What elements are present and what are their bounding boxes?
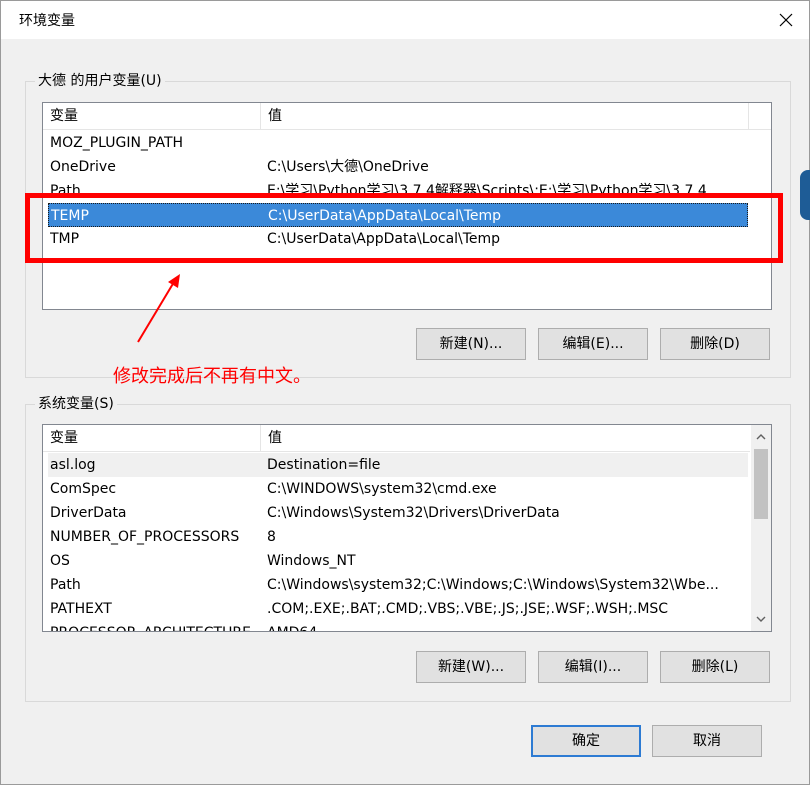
- variable-name: OS: [50, 553, 70, 569]
- system-new-button[interactable]: 新建(W)...: [416, 651, 526, 683]
- variable-name: PATHEXT: [50, 601, 112, 617]
- list-item[interactable]: MOZ_PLUGIN_PATH: [49, 131, 747, 155]
- user-edit-button[interactable]: 编辑(E)...: [538, 328, 648, 360]
- list-header: 变量 值: [43, 425, 750, 452]
- system-variables-list[interactable]: 变量 值 asl.log Destination=file ComSpec C:…: [42, 424, 772, 632]
- cancel-button[interactable]: 取消: [652, 725, 762, 757]
- variable-value: Windows_NT: [267, 553, 356, 569]
- variable-name: ComSpec: [50, 481, 117, 497]
- window-title: 环境变量: [19, 13, 75, 29]
- variable-value: E:\学习\Python学习\3.7.4解释器\Scripts\;E:\学习\P…: [267, 183, 721, 199]
- list-item[interactable]: Path C:\Windows\system32;C:\Windows;C:\W…: [49, 573, 747, 597]
- close-button[interactable]: [771, 5, 801, 35]
- column-header-value[interactable]: 值: [261, 429, 282, 447]
- annotation-arrow-icon: [137, 274, 180, 343]
- list-item[interactable]: OneDrive C:\Users\大德\OneDrive: [49, 155, 747, 179]
- variable-name: Path: [50, 577, 81, 593]
- variable-name: asl.log: [50, 457, 96, 473]
- variable-name: TEMP: [51, 208, 89, 224]
- variable-value: Destination=file: [267, 457, 381, 473]
- variable-name: NUMBER_OF_PROCESSORS: [50, 529, 240, 545]
- title-bar: 环境变量: [1, 1, 809, 39]
- list-item[interactable]: Path E:\学习\Python学习\3.7.4解释器\Scripts\;E:…: [49, 179, 747, 203]
- variable-value: C:\Windows\System32\Drivers\DriverData: [267, 505, 560, 521]
- system-edit-button[interactable]: 编辑(I)...: [538, 651, 648, 683]
- user-delete-button[interactable]: 删除(D): [660, 328, 770, 360]
- column-header-value[interactable]: 值: [261, 107, 282, 125]
- variable-name: Path: [50, 183, 81, 199]
- variable-value: C:\Windows\system32;C:\Windows;C:\Window…: [267, 577, 719, 593]
- user-variables-label: 大德 的用户变量(U): [35, 70, 165, 90]
- chevron-up-icon: [756, 434, 766, 440]
- chevron-down-icon: [756, 616, 766, 622]
- column-header-variable[interactable]: 变量: [43, 107, 78, 125]
- list-item[interactable]: NUMBER_OF_PROCESSORS 8: [49, 525, 747, 549]
- list-item[interactable]: ComSpec C:\WINDOWS\system32\cmd.exe: [49, 477, 747, 501]
- variable-value: 8: [267, 529, 276, 545]
- list-item[interactable]: PROCESSOR_ARCHITECTURE AMD64: [49, 621, 747, 631]
- variable-name: OneDrive: [50, 159, 116, 175]
- system-variables-label: 系统变量(S): [35, 393, 117, 413]
- column-separator: [748, 103, 749, 129]
- user-new-button[interactable]: 新建(N)...: [416, 328, 526, 360]
- variable-name: TMP: [50, 231, 80, 247]
- variable-value: C:\WINDOWS\system32\cmd.exe: [267, 481, 497, 497]
- variable-name: PROCESSOR_ARCHITECTURE: [50, 621, 260, 631]
- list-item[interactable]: OS Windows_NT: [49, 549, 747, 573]
- variable-value: AMD64: [267, 621, 747, 631]
- variable-name: MOZ_PLUGIN_PATH: [50, 135, 184, 151]
- system-delete-button[interactable]: 删除(L): [660, 651, 770, 683]
- list-item[interactable]: TMP C:\UserData\AppData\Local\Temp: [49, 227, 747, 251]
- scroll-thumb[interactable]: [754, 449, 768, 519]
- variable-value: C:\UserData\AppData\Local\Temp: [268, 208, 502, 224]
- close-icon: [779, 13, 793, 27]
- variable-value: C:\Users\大德\OneDrive: [267, 159, 429, 175]
- list-item[interactable]: asl.log Destination=file: [48, 453, 748, 477]
- scroll-down-button[interactable]: [751, 609, 771, 629]
- ok-button[interactable]: 确定: [531, 725, 641, 757]
- list-item[interactable]: DriverData C:\Windows\System32\Drivers\D…: [49, 501, 747, 525]
- column-header-variable[interactable]: 变量: [43, 429, 78, 447]
- list-header: 变量 值: [43, 103, 771, 130]
- variable-value: .COM;.EXE;.BAT;.CMD;.VBS;.VBE;.JS;.JSE;.…: [267, 601, 669, 617]
- scroll-up-button[interactable]: [751, 427, 771, 447]
- background-window-edge: [800, 170, 810, 220]
- annotation-text: 修改完成后不再有中文。: [113, 366, 311, 387]
- vertical-scrollbar[interactable]: [751, 425, 771, 631]
- list-item-selected[interactable]: TEMP C:\UserData\AppData\Local\Temp: [48, 203, 748, 227]
- environment-variables-dialog: 环境变量 大德 的用户变量(U) 变量 值 MOZ_PLUGIN_PATH On…: [0, 0, 810, 785]
- list-item[interactable]: PATHEXT .COM;.EXE;.BAT;.CMD;.VBS;.VBE;.J…: [49, 597, 747, 621]
- variable-name: DriverData: [50, 505, 127, 521]
- variable-value: C:\UserData\AppData\Local\Temp: [267, 231, 501, 247]
